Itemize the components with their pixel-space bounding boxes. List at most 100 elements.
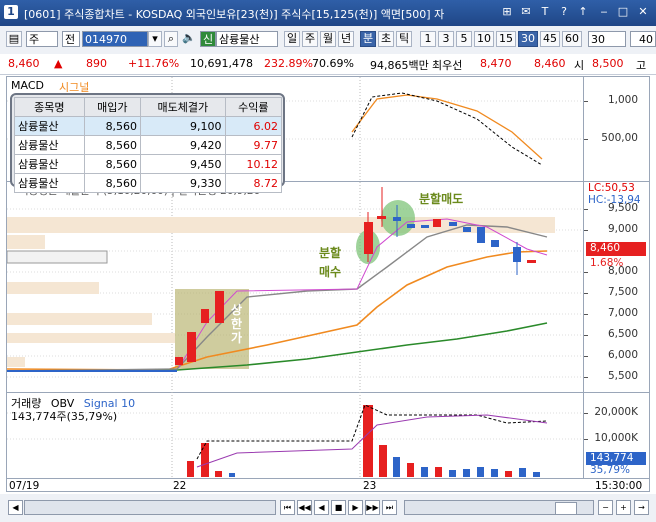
price-axis: LC:50,53 HC:-13,94 9,500 9,000 8,000 7,5…	[583, 182, 650, 392]
best-quote-label: 최우선	[432, 59, 463, 72]
cell-buy: 8,560	[83, 135, 142, 155]
bid-price: 8,460	[534, 57, 566, 70]
current-price-pct: 1.68%	[590, 257, 624, 269]
split-buy-label-2: 매수	[319, 265, 342, 279]
mail-icon[interactable]: ✉	[519, 5, 533, 19]
last-icon[interactable]: ⏭	[382, 500, 397, 515]
price-tick: 6,500	[607, 328, 638, 340]
volume-profile	[7, 217, 555, 367]
price-tick: 9,000	[607, 223, 638, 235]
period-day[interactable]: 일	[284, 31, 300, 47]
cell-sell: 9,420	[140, 135, 226, 155]
period-tick[interactable]: 틱	[396, 31, 412, 47]
col-header-buy: 매입가	[83, 97, 142, 117]
period-year[interactable]: 년	[338, 31, 354, 47]
chevron-down-icon[interactable]: ▾	[148, 31, 162, 47]
zoom-track[interactable]	[404, 500, 594, 515]
ma20-line	[7, 250, 548, 371]
volume-ratio: 232.89%	[264, 57, 313, 70]
limit-up-label: 상한가	[231, 303, 243, 345]
market-select[interactable]: 주	[26, 31, 58, 47]
prev-select[interactable]: 전	[62, 31, 80, 47]
minimize-button[interactable]: ‒	[597, 5, 611, 19]
table-row[interactable]: 삼륭물산 8,560 9,450 10.12	[14, 154, 283, 174]
price-tick: 7,000	[607, 307, 638, 319]
macd-signal-line	[351, 94, 543, 160]
price-bar: 8,460 ▲ 890 +11.76% 10,691,478 232.89% 7…	[0, 54, 656, 75]
scroll-left-button[interactable]: ◀	[8, 500, 23, 515]
interval-45[interactable]: 45	[540, 31, 560, 47]
interval-10[interactable]: 10	[474, 31, 494, 47]
time-right-label: 15:30:00	[595, 480, 643, 492]
text-icon[interactable]: T	[538, 5, 552, 19]
volume-bars	[187, 405, 540, 477]
col-header-stock: 종목명	[14, 97, 85, 117]
play-icon[interactable]: ▶	[348, 500, 363, 515]
cell-sell: 9,450	[140, 154, 226, 174]
cell-stock: 삼륭물산	[14, 173, 85, 193]
zoom-thumb[interactable]	[555, 502, 577, 515]
scrollbar-track[interactable]	[24, 500, 276, 515]
step-back-icon[interactable]: ◀	[314, 500, 329, 515]
cell-return: 6.02	[224, 116, 283, 136]
interval-60[interactable]: 60	[562, 31, 582, 47]
interval-30[interactable]: 30	[518, 31, 538, 47]
zoom-out-button[interactable]: −	[598, 500, 613, 515]
time-label: 07/19	[9, 480, 40, 492]
sound-icon[interactable]: 🔈	[180, 31, 198, 47]
time-label: 22	[173, 480, 187, 492]
cell-return: 8.72	[224, 173, 283, 193]
stock-name-field[interactable]: 삼륭물산	[216, 31, 278, 47]
count-input[interactable]: 40	[630, 31, 656, 47]
chart-navigator: ◀ ⏮ ◀◀ ◀ ■ ▶ ▶▶ ⏭ − + →	[0, 494, 656, 522]
fast-forward-icon[interactable]: ▶▶	[365, 500, 380, 515]
chart-toolbar: ▤ 주 전 014970 ▾ ⌕ 🔈 신 삼륭물산 일 주 월 년 분 초 틱 …	[0, 26, 656, 55]
table-row[interactable]: 삼륭물산 8,560 9,420 9.77	[14, 135, 283, 155]
cell-buy: 8,560	[83, 154, 142, 174]
up-arrow-icon: ▲	[54, 57, 63, 70]
col-header-return: 수익률	[224, 97, 283, 117]
period-week[interactable]: 주	[302, 31, 318, 47]
cell-stock: 삼륭물산	[14, 116, 85, 136]
volume-tick: 20,000K	[594, 406, 638, 418]
close-button[interactable]: ✕	[636, 5, 650, 19]
period-month[interactable]: 월	[320, 31, 336, 47]
current-price: 8,460	[8, 57, 40, 70]
volume-tick: 10,000K	[594, 432, 638, 444]
arrow-right-icon[interactable]: →	[634, 500, 649, 515]
cell-stock: 삼륭물산	[14, 135, 85, 155]
high-label: 고	[636, 59, 647, 72]
col-header-sell: 매도체결가	[140, 97, 226, 117]
first-icon[interactable]: ⏮	[280, 500, 295, 515]
stop-icon[interactable]: ■	[331, 500, 346, 515]
maximize-button[interactable]: □	[616, 5, 630, 19]
volume-current-pct: 35,79%	[590, 464, 631, 476]
table-row[interactable]: 삼륭물산 8,560 9,330 8.72	[14, 173, 283, 193]
split-buy-label: 분할	[319, 246, 342, 260]
macd-axis-label: 500,00	[601, 132, 638, 144]
table-row[interactable]: 삼륭물산 8,560 9,100 6.02	[14, 116, 283, 136]
split-sell-label: 분할매도	[419, 192, 464, 206]
search-icon[interactable]: ⌕	[164, 31, 178, 47]
title-bar: 1 [0601] 주식종합차트 - KOSDAQ 외국인보유[23(천)] 주식…	[0, 0, 656, 26]
rewind-icon[interactable]: ◀◀	[297, 500, 312, 515]
interval-1[interactable]: 1	[420, 31, 436, 47]
list-icon[interactable]: ▤	[6, 31, 22, 47]
layout-icon[interactable]: ⊞	[500, 5, 514, 19]
time-label: 23	[363, 480, 377, 492]
trade-result-table: 종목명 매입가 매도체결가 수익률 삼륭물산 8,560 9,100 6.02 …	[14, 97, 283, 193]
window-badge: 1	[4, 5, 18, 19]
stock-code-input[interactable]: 014970	[82, 31, 148, 47]
price-change-pct: +11.76%	[128, 57, 180, 70]
zoom-in-button[interactable]: +	[616, 500, 631, 515]
interval-5[interactable]: 5	[456, 31, 472, 47]
lc-label: LC:50,53	[588, 182, 635, 194]
open-label: 시	[574, 59, 585, 72]
pin-icon[interactable]: ↑	[576, 5, 590, 19]
interval-15[interactable]: 15	[496, 31, 516, 47]
period-minute[interactable]: 분	[360, 31, 376, 47]
interval-select[interactable]: 30	[588, 31, 626, 47]
period-second[interactable]: 초	[378, 31, 394, 47]
interval-3[interactable]: 3	[438, 31, 454, 47]
help-icon[interactable]: ?	[557, 5, 571, 19]
